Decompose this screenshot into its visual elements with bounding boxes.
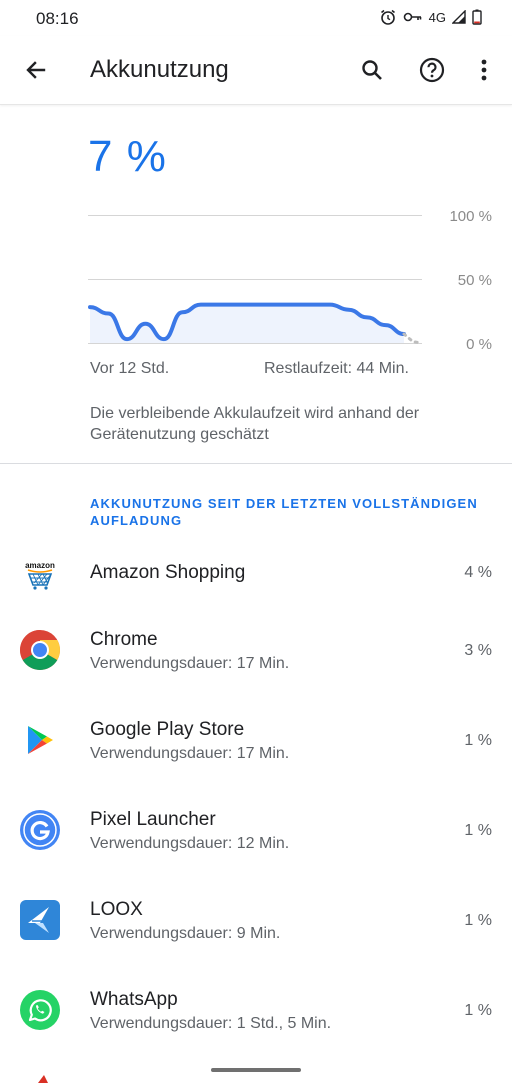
app-name: LOOX <box>90 899 143 920</box>
more-vert-icon <box>481 59 487 81</box>
y-label-0: 0 % <box>466 336 492 353</box>
battery-icon <box>472 9 482 25</box>
page-title: Akkunutzung <box>90 56 229 83</box>
app-usage: Verwendungsdauer: 1 Std., 5 Min. <box>90 1015 332 1032</box>
divider <box>0 463 512 464</box>
app-percent: 1 % <box>464 732 492 749</box>
back-button[interactable] <box>14 48 58 92</box>
app-percent: 1 % <box>464 1002 492 1019</box>
help-button[interactable] <box>410 48 454 92</box>
app-row-play-store[interactable]: Google Play Store Verwendungsdauer: 17 M… <box>0 710 512 790</box>
chart-area-fill <box>90 304 404 343</box>
y-label-50: 50 % <box>457 272 492 289</box>
app-percent: 1 % <box>464 822 492 839</box>
alarm-icon <box>379 8 397 26</box>
arrow-back-icon <box>26 61 46 79</box>
amazon-icon: amazon <box>18 554 62 598</box>
app-name: Chrome <box>90 629 158 650</box>
app-usage: Verwendungsdauer: 17 Min. <box>90 655 290 672</box>
status-time: 08:16 <box>36 9 79 28</box>
svg-text:amazon: amazon <box>25 561 55 570</box>
google-g-icon <box>18 808 62 852</box>
signal-icon <box>452 10 466 24</box>
x-axis-end-label: Restlaufzeit: 44 Min. <box>264 360 409 377</box>
gesture-nav-handle[interactable] <box>211 1068 301 1072</box>
app-name: WhatsApp <box>90 989 178 1010</box>
search-icon <box>362 60 382 80</box>
whatsapp-icon <box>18 988 62 1032</box>
app-row-amazon[interactable]: amazon Amazon Shopping 4 % <box>0 548 512 628</box>
app-row-chrome[interactable]: Chrome Verwendungsdauer: 17 Min. 3 % <box>0 620 512 700</box>
app-usage: Verwendungsdauer: 9 Min. <box>90 925 281 942</box>
loox-icon <box>18 898 62 942</box>
battery-chart: 100 % 50 % 0 % <box>88 200 508 360</box>
search-button[interactable] <box>350 48 394 92</box>
estimate-note: Die verbleibende Akkulaufzeit wird anhan… <box>90 405 420 443</box>
help-icon <box>419 57 445 83</box>
network-type-label: 4G <box>428 9 446 25</box>
chrome-icon <box>18 628 62 672</box>
battery-percent: 7 % <box>88 132 167 181</box>
app-percent: 4 % <box>464 564 492 581</box>
app-usage: Verwendungsdauer: 17 Min. <box>90 745 290 762</box>
app-usage: Verwendungsdauer: 12 Min. <box>90 835 290 852</box>
status-bar: 08:16 4G <box>0 0 512 36</box>
app-row-pixel-launcher[interactable]: Pixel Launcher Verwendungsdauer: 12 Min.… <box>0 800 512 880</box>
app-row-loox[interactable]: LOOX Verwendungsdauer: 9 Min. 1 % <box>0 890 512 970</box>
chart-plot <box>88 302 424 345</box>
next-app-icon-partial <box>36 1070 50 1083</box>
y-label-100: 100 % <box>449 208 492 225</box>
app-percent: 1 % <box>464 912 492 929</box>
app-percent: 3 % <box>464 642 492 659</box>
more-options-button[interactable] <box>462 48 506 92</box>
vpn-key-icon <box>403 10 423 24</box>
app-name: Google Play Store <box>90 719 245 740</box>
app-bar: Akkunutzung <box>0 36 512 105</box>
app-name: Pixel Launcher <box>90 809 216 830</box>
app-name: Amazon Shopping <box>90 562 246 583</box>
section-header: AKKUNUTZUNG SEIT DER LETZTEN VOLLSTÄNDIG… <box>90 496 478 528</box>
play-store-icon <box>18 718 62 762</box>
x-axis-start-label: Vor 12 Std. <box>90 360 170 377</box>
chart-projection-line <box>402 332 424 345</box>
app-row-whatsapp[interactable]: WhatsApp Verwendungsdauer: 1 Std., 5 Min… <box>0 980 512 1060</box>
status-icons: 4G <box>379 8 482 26</box>
